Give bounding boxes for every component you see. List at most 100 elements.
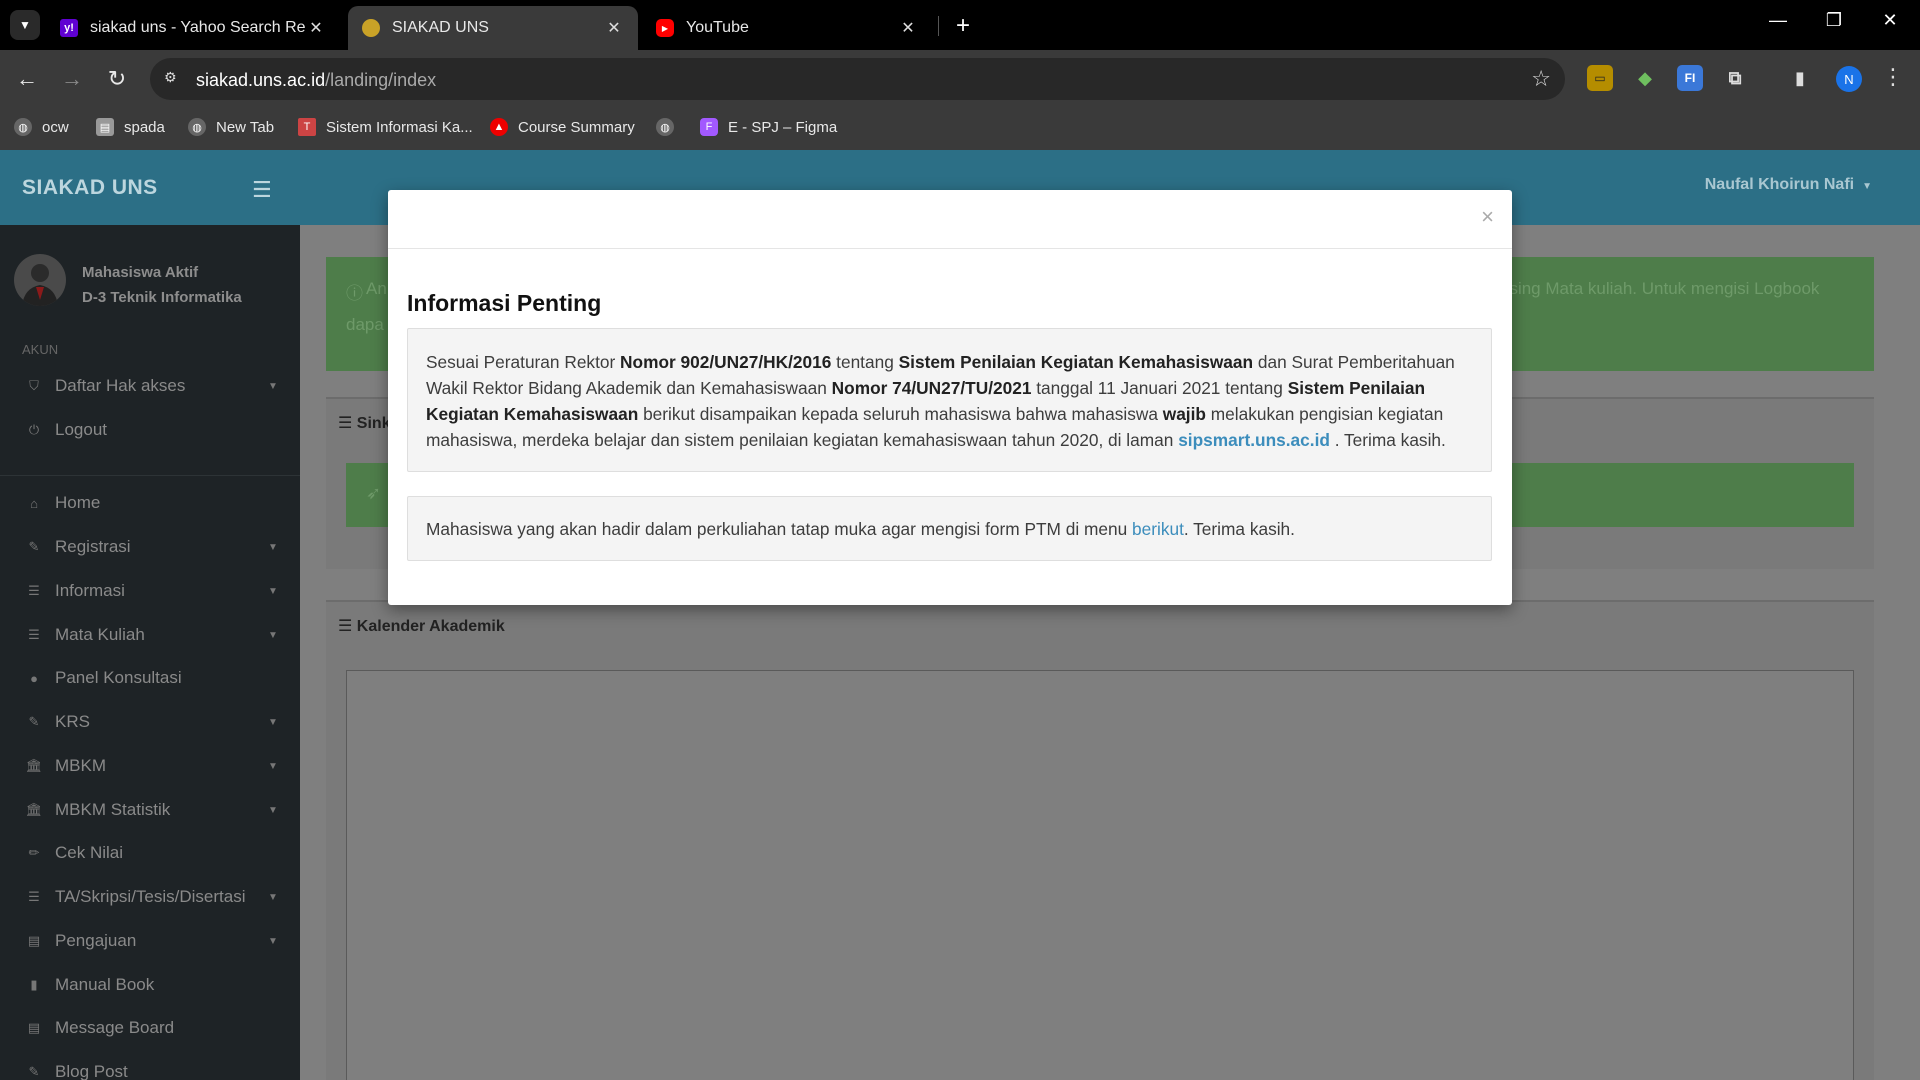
close-icon[interactable]: ✕ (898, 18, 918, 38)
address-bar[interactable]: ⚙ siakad.uns.ac.id/landing/index ☆ (150, 58, 1565, 100)
tab-siakad[interactable]: SIAKAD UNS ✕ (348, 6, 638, 50)
list-icon: ☰ (28, 627, 40, 642)
close-icon[interactable]: ✕ (604, 18, 624, 38)
modal-title: Informasi Penting (407, 290, 602, 316)
sipsmart-link[interactable]: sipsmart.uns.ac.id (1178, 430, 1330, 450)
sidebar-item-blog-post[interactable]: ✎ Blog Post (0, 1052, 300, 1080)
card-icon: ▤ (27, 1020, 41, 1035)
forward-button[interactable]: → (57, 64, 87, 94)
side-panel-icon[interactable]: ▮ (1787, 65, 1813, 91)
info-well-1: Sesuai Peraturan Rektor Nomor 902/UN27/H… (407, 328, 1492, 472)
profile-avatar[interactable]: N (1836, 66, 1862, 92)
bookmark-sistem-informasi[interactable]: T Sistem Informasi Ka... (298, 118, 473, 136)
bookmark-ocw[interactable]: ◍ ocw (14, 118, 69, 136)
sidebar-divider (0, 475, 300, 476)
modal-divider (388, 248, 1512, 249)
caret-down-icon: ▼ (268, 935, 278, 947)
reload-button[interactable]: ↻ (102, 64, 132, 94)
hamburger-menu-icon[interactable]: ☰ (252, 177, 272, 203)
caret-down-icon: ▼ (268, 891, 278, 903)
edit-icon: ✎ (28, 714, 40, 729)
figma-icon: F (700, 118, 718, 136)
user-name: Naufal Khoirun Nafi (1704, 176, 1855, 193)
extensions-puzzle-icon[interactable]: ⧉ (1722, 65, 1748, 91)
card-icon: ▤ (27, 933, 41, 948)
sidebar-item-informasi[interactable]: ☰ Informasi ▼ (0, 571, 300, 611)
bookmark-figma[interactable]: FE - SPJ – Figma (700, 118, 837, 136)
power-icon: ⏻ (28, 422, 40, 437)
extension-icon[interactable]: ▭ (1587, 65, 1613, 91)
edit-icon: ✎ (28, 1064, 40, 1079)
section-label-akun: AKUN (22, 342, 59, 357)
sidebar-item-manual-book[interactable]: ▮ Manual Book (0, 965, 300, 1005)
tab-separator (938, 16, 939, 36)
globe-icon: ◍ (656, 118, 674, 136)
list-icon: ☰ (28, 889, 40, 904)
caret-down-icon: ▼ (268, 380, 278, 392)
url-path: /landing/index (325, 70, 437, 90)
brand-logo[interactable]: SIAKAD UNS (22, 176, 158, 200)
tab-youtube[interactable]: ▶ YouTube ✕ (642, 6, 932, 50)
sidebar-item-mbkm[interactable]: 🏛 MBKM ▼ (0, 746, 300, 786)
caret-down-icon: ▼ (268, 541, 278, 553)
globe-icon: ◍ (14, 118, 32, 136)
bookmark-star-icon[interactable]: ☆ (1531, 66, 1551, 92)
sidebar-item-home[interactable]: ⌂ Home (0, 483, 300, 523)
browser-tab-bar: ▼ y! siakad uns - Yahoo Search Resu ✕ SI… (0, 0, 1920, 50)
bookmark-globe[interactable]: ◍ (656, 118, 684, 136)
sidebar-item-logout[interactable]: ⏻ Logout (0, 410, 300, 450)
close-window-button[interactable]: ✕ (1870, 10, 1910, 31)
berikut-link[interactable]: berikut (1132, 519, 1184, 539)
book-icon: ▮ (30, 977, 38, 992)
back-button[interactable]: ← (12, 64, 42, 94)
new-tab-button[interactable]: + (950, 12, 976, 40)
sidebar-item-panel-konsultasi[interactable]: ● Panel Konsultasi (0, 658, 300, 698)
restore-button[interactable]: ❐ (1814, 10, 1854, 31)
sidebar-item-message-board[interactable]: ▤ Message Board (0, 1008, 300, 1048)
caret-down-icon: ▼ (268, 804, 278, 816)
sidebar-item-mbkm-statistik[interactable]: 🏛 MBKM Statistik ▼ (0, 790, 300, 830)
status-line-1: Mahasiswa Aktif (82, 264, 199, 281)
caret-down-icon: ▼ (268, 716, 278, 728)
globe-icon: ◍ (188, 118, 206, 136)
yahoo-icon: y! (60, 19, 78, 37)
browser-menu-icon[interactable]: ⋮ (1882, 64, 1904, 90)
alert-text-left-2: dapa (346, 315, 384, 334)
sidebar-item-mata-kuliah[interactable]: ☰ Mata Kuliah ▼ (0, 615, 300, 655)
site-info-icon[interactable]: ⚙ (164, 69, 184, 89)
user-menu[interactable]: Naufal Khoirun Nafi ▼ (1705, 176, 1872, 194)
sidebar-item-krs[interactable]: ✎ KRS ▼ (0, 702, 300, 742)
bookmark-course-summary[interactable]: ▲ Course Summary (490, 118, 635, 136)
user-status: Mahasiswa Aktif D-3 Teknik Informatika (82, 260, 242, 310)
box-title: ☰ Sink (338, 415, 391, 432)
alert-text-right: asing Mata kuliah. Untuk mengisi Logbook (1500, 279, 1820, 298)
home-icon: ⌂ (30, 495, 38, 511)
bank-icon: 🏛 (25, 758, 43, 773)
bookmark-spada[interactable]: ▤ spada (96, 118, 165, 136)
tab-yahoo[interactable]: y! siakad uns - Yahoo Search Resu ✕ (46, 6, 340, 50)
browser-toolbar: ← → ↻ ⚙ siakad.uns.ac.id/landing/index ☆… (0, 50, 1920, 108)
extension-translate-icon[interactable]: FI (1677, 65, 1703, 91)
sidebar-item-cek-nilai[interactable]: ✏ Cek Nilai (0, 833, 300, 873)
pencil-icon: ✏ (28, 845, 40, 860)
brand-bar: SIAKAD UNS ☰ (0, 150, 300, 225)
info-icon: ⓘ (346, 284, 363, 303)
close-icon[interactable]: ✕ (306, 18, 326, 38)
sidebar: SIAKAD UNS ☰ Mahasiswa Aktif D-3 Teknik … (0, 150, 300, 1080)
caret-down-icon: ▼ (268, 629, 278, 641)
close-icon[interactable]: × (1481, 204, 1494, 230)
spada-icon: ▤ (96, 118, 114, 136)
sidebar-item-ta-skripsi[interactable]: ☰ TA/Skripsi/Tesis/Disertasi ▼ (0, 877, 300, 917)
caret-down-icon: ▼ (1862, 181, 1872, 192)
sidebar-item-pengajuan[interactable]: ▤ Pengajuan ▼ (0, 921, 300, 961)
sidebar-item-daftar-hak-akses[interactable]: ⛉ Daftar Hak akses ▼ (0, 366, 300, 406)
tab-search-button[interactable]: ▼ (10, 10, 40, 40)
minimize-button[interactable]: — (1758, 10, 1798, 31)
sidebar-item-registrasi[interactable]: ✎ Registrasi ▼ (0, 527, 300, 567)
extension-drive-icon[interactable]: ◆ (1632, 65, 1658, 91)
list-icon: ☰ (28, 583, 40, 598)
bookmark-new-tab[interactable]: ◍ New Tab (188, 118, 274, 136)
avatar (14, 254, 66, 306)
info-well-2: Mahasiswa yang akan hadir dalam perkulia… (407, 496, 1492, 561)
redhat-icon: ▲ (490, 118, 508, 136)
